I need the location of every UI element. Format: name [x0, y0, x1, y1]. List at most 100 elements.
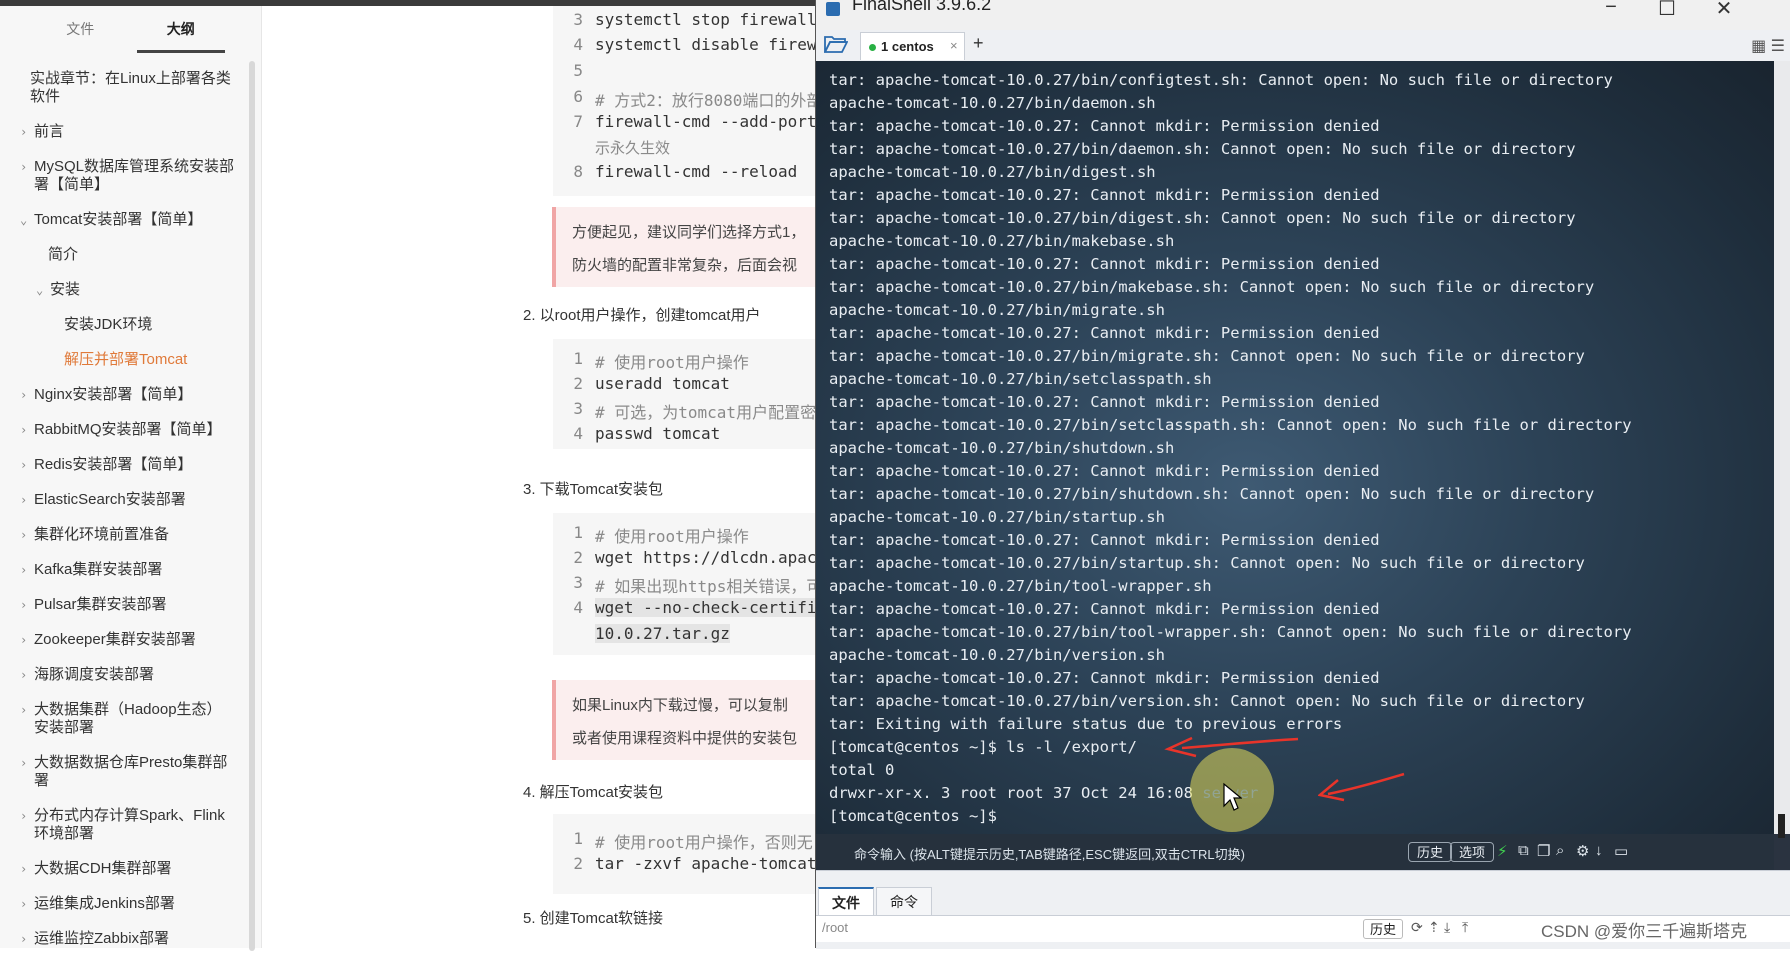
terminal-line: tar: apache-tomcat-10.0.27: Cannot mkdir…	[829, 324, 1380, 342]
command-input-bar[interactable]: 命令输入 (按ALT键提示历史,TAB键路径,ESC键返回,双击CTRL切换) …	[816, 834, 1774, 870]
outline-item[interactable]: › 运维监控Zabbix部署	[0, 922, 261, 957]
terminal-scrollbar[interactable]	[1774, 61, 1790, 838]
code-comment: # 使用root用户操作，否则无	[595, 833, 813, 852]
step-heading: 4. 解压Tomcat安装包	[523, 784, 664, 801]
lightning-icon[interactable]: ⚡	[1497, 842, 1508, 860]
terminal-line: tar: apache-tomcat-10.0.27: Cannot mkdir…	[829, 669, 1380, 687]
outline-item[interactable]: › 前言	[0, 115, 261, 150]
code-line: passwd tomcat	[595, 424, 721, 443]
upload-tray-icon[interactable]: ⤒	[1462, 919, 1468, 936]
callout-text: 方便起见，建议同学们选择方式1，	[572, 224, 806, 241]
gear-icon[interactable]: ⚙	[1576, 842, 1589, 860]
terminal-line: tar: apache-tomcat-10.0.27/bin/shutdown.…	[829, 485, 1595, 503]
close-icon[interactable]: ✕	[1709, 0, 1739, 21]
outline-item-label: 集群化环境前置准备	[34, 526, 170, 543]
outline-item[interactable]: › 分布式内存计算Spark、Flink环境部署	[0, 799, 261, 852]
code-line: systemctl disable firew	[595, 35, 815, 54]
search-icon[interactable]: ⌕	[1556, 842, 1564, 859]
terminal-line: apache-tomcat-10.0.27/bin/makebase.sh	[829, 232, 1175, 250]
chevron-right-icon: ›	[20, 756, 28, 770]
line-number: 1	[573, 523, 583, 542]
outline-item-label: 大数据CDH集群部署	[34, 860, 172, 877]
outline-item-label: 安装JDK环境	[64, 316, 153, 333]
outline-item[interactable]: › MySQL数据库管理系统安装部署【简单】	[0, 150, 261, 203]
arrow-down-icon[interactable]: ↓	[1595, 842, 1603, 859]
terminal-line: apache-tomcat-10.0.27/bin/version.sh	[829, 646, 1165, 664]
folder-open-icon[interactable]	[823, 34, 850, 56]
outline-item[interactable]: › 海豚调度安装部署	[0, 658, 261, 693]
options-button[interactable]: 选项	[1450, 842, 1495, 862]
terminal-line: tar: apache-tomcat-10.0.27/bin/migrate.s…	[829, 347, 1585, 365]
outline-item-label: Kafka集群安装部署	[34, 561, 163, 578]
sidebar-scrollbar[interactable]	[249, 61, 255, 951]
outline-item-label: MySQL数据库管理系统安装部署【简单】	[34, 158, 235, 193]
outline-item-active[interactable]: 解压并部署Tomcat	[0, 343, 261, 378]
line-number: 1	[573, 829, 583, 848]
terminal-line: tar: apache-tomcat-10.0.27/bin/startup.s…	[829, 554, 1585, 572]
maximize-icon[interactable]: ☐	[1652, 0, 1682, 21]
tab-commands-panel[interactable]: 命令	[876, 887, 932, 915]
outline-item-label: 大数据数据仓库Presto集群部署	[34, 754, 228, 789]
outline-item[interactable]: › 集群化环境前置准备	[0, 518, 261, 553]
outline-item[interactable]: › Zookeeper集群安装部署	[0, 623, 261, 658]
minimize-icon[interactable]: −	[1596, 0, 1626, 19]
outline-item[interactable]: › Nginx安装部署【简单】	[0, 378, 261, 413]
outline-item[interactable]: › 大数据集群（Hadoop生态）安装部署	[0, 693, 261, 746]
terminal-line: tar: apache-tomcat-10.0.27/bin/tool-wrap…	[829, 623, 1632, 641]
terminal-output[interactable]: tar: apache-tomcat-10.0.27/bin/configtes…	[816, 61, 1774, 834]
outline-sidebar: 文件 大纲 实战章节：在Linux上部署各类软件 › 前言 › MySQL数据库管理…	[0, 6, 262, 951]
upload-icon[interactable]: ⇡	[1428, 919, 1440, 936]
outline-item[interactable]: › Pulsar集群安装部署	[0, 588, 261, 623]
window-title: FinalShell 3.9.6.2	[852, 0, 992, 14]
step-heading: 2. 以root用户操作，创建tomcat用户	[523, 307, 761, 324]
terminal-line: tar: apache-tomcat-10.0.27/bin/digest.sh…	[829, 209, 1576, 227]
terminal-line: tar: apache-tomcat-10.0.27/bin/daemon.sh…	[829, 140, 1576, 158]
code-block-useradd: 1 # 使用root用户操作 2 useradd tomcat 3 # 可选，为…	[553, 339, 815, 449]
outline-item[interactable]: › RabbitMQ安装部署【简单】	[0, 413, 261, 448]
outline-item[interactable]: › 大数据CDH集群部署	[0, 852, 261, 887]
close-tab-icon[interactable]: ×	[950, 38, 958, 53]
code-line-wrap: 10.0.27.tar.gz	[595, 624, 730, 643]
line-number: 2	[573, 374, 583, 393]
outline-item[interactable]: › Kafka集群安装部署	[0, 553, 261, 588]
terminal-line: tar: apache-tomcat-10.0.27: Cannot mkdir…	[829, 255, 1380, 273]
outline-item-label: Pulsar集群安装部署	[34, 596, 167, 613]
outline-item[interactable]: › ElasticSearch安装部署	[0, 483, 261, 518]
code-line: useradd tomcat	[595, 374, 730, 393]
outline-item[interactable]: ⌄ Tomcat安装部署【简单】	[0, 203, 261, 238]
outline-item[interactable]: › Redis安装部署【简单】	[0, 448, 261, 483]
history-button[interactable]: 历史	[1408, 842, 1453, 862]
outline-item-label: Redis安装部署【简单】	[34, 456, 193, 473]
line-number: 4	[573, 598, 583, 617]
tab-outline[interactable]: 大纲	[136, 11, 225, 53]
title-bar: FinalShell 3.9.6.2 − ☐ ✕	[816, 0, 1790, 30]
refresh-icon[interactable]: ⟳	[1411, 919, 1423, 936]
layout-grid-icon[interactable]: ▦ ☰	[1751, 36, 1785, 56]
outline-item-label: Zookeeper集群安装部署	[34, 631, 196, 648]
paste-icon[interactable]: ❐	[1537, 842, 1550, 860]
scrollbar-thumb[interactable]	[1778, 814, 1785, 838]
outline-item-label: 解压并部署Tomcat	[64, 351, 188, 368]
outline-item-label: RabbitMQ安装部署【简单】	[34, 421, 222, 438]
window-icon[interactable]: ▭	[1614, 842, 1628, 860]
tab-session-centos[interactable]: 1 centos ×	[860, 32, 965, 60]
tab-files-panel[interactable]: 文件	[818, 887, 874, 915]
code-block-tar: 1 # 使用root用户操作，否则无 2 tar -zxvf apache-to…	[553, 814, 815, 894]
terminal-line: apache-tomcat-10.0.27/bin/digest.sh	[829, 163, 1156, 181]
session-tabs: 1 centos × + ▦ ☰	[816, 30, 1790, 62]
outline-item[interactable]: ⌄ 安装	[0, 273, 261, 308]
outline-item[interactable]: 安装JDK环境	[0, 308, 261, 343]
tab-files[interactable]: 文件	[56, 11, 104, 47]
step-heading: 3. 下载Tomcat安装包	[523, 481, 664, 498]
copy-icon[interactable]: ⧉	[1518, 842, 1529, 859]
add-tab-icon[interactable]: +	[973, 33, 984, 54]
code-comment: # 方式2：放行8080端口的外部	[595, 91, 815, 110]
outline-item[interactable]: 实战章节：在Linux上部署各类软件	[0, 62, 261, 115]
outline-item[interactable]: › 大数据数据仓库Presto集群部署	[0, 746, 261, 799]
code-line: systemctl stop firewall	[595, 10, 815, 29]
outline-item[interactable]: › 运维集成Jenkins部署	[0, 887, 261, 922]
path-history-button[interactable]: 历史	[1363, 919, 1403, 939]
download-icon[interactable]: ⤓	[1444, 919, 1450, 936]
outline-item[interactable]: 简介	[0, 238, 261, 273]
current-path[interactable]: /root	[822, 920, 848, 935]
